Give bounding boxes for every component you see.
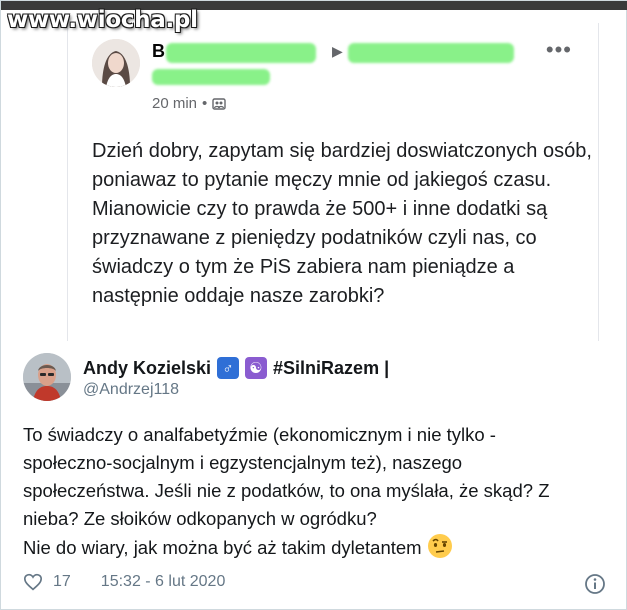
shared-to-arrow-icon: ▶	[332, 43, 343, 59]
tweet-author-name: Andy Kozielski	[83, 357, 212, 378]
meta-separator: •	[202, 95, 208, 112]
screenshot-frame: www.wiocha.pl B ▶ ••• 20 min • Dzień dob…	[0, 0, 627, 610]
heart-icon[interactable]	[23, 573, 43, 591]
fb-author-avatar[interactable]	[92, 39, 140, 87]
tweet-author-name-row[interactable]: Andy Kozielski ♂ ☯ #SilniRazem |	[83, 357, 389, 379]
tweet-line: społeczno-socjalnym i egzystencjalnym te…	[23, 452, 463, 473]
tweet-line: społeczeństwa. Jeśli nie z podatków, to …	[23, 480, 550, 501]
tweet-line: nieba? Ze słoików odkopanych w ogródku?	[23, 508, 377, 529]
fb-post-text: Dzień dobry, zapytam się bardziej doswia…	[92, 140, 592, 307]
raised-eyebrow-emoji	[427, 534, 452, 558]
avatar-photo-icon	[23, 353, 71, 401]
tweet-author-handle[interactable]: @Andrzej118	[83, 381, 179, 399]
author-hashtag: #SilniRazem |	[273, 357, 390, 378]
tweet-line: To świadczy o analfabetyźmie (ekonomiczn…	[23, 424, 496, 445]
tweet-text: To świadczy o analfabetyźmie (ekonomiczn…	[23, 421, 608, 562]
fb-post-time[interactable]: 20 min	[152, 95, 197, 112]
redacted-group-name	[348, 43, 514, 63]
fb-author-and-group: B ▶	[152, 39, 532, 91]
tweet-timestamp[interactable]: 15:32 - 6 lut 2020	[101, 573, 226, 591]
like-count[interactable]: 17	[53, 573, 71, 591]
more-options-icon[interactable]: •••	[546, 37, 572, 63]
site-watermark: www.wiocha.pl	[7, 7, 198, 33]
embedded-facebook-post: B ▶ ••• 20 min • Dzień dobry, zapytam si…	[67, 23, 599, 341]
fb-post-meta: 20 min •	[152, 95, 226, 112]
tweet-line: Nie do wiary, jak można być aż takim dyl…	[23, 537, 422, 558]
redacted-author-name	[166, 43, 316, 63]
male-sign-emoji-icon: ♂	[217, 357, 240, 379]
avatar-photo-icon	[92, 39, 140, 87]
group-privacy-icon	[212, 97, 226, 110]
tweet-footer: 17 15:32 - 6 lut 2020	[23, 573, 225, 591]
info-icon[interactable]	[584, 573, 606, 595]
yin-yang-emoji-icon: ☯	[245, 357, 268, 379]
tweet-last-line: Nie do wiary, jak można być aż takim dyl…	[23, 533, 608, 562]
redacted-subtitle	[152, 69, 270, 85]
tweet-author-avatar[interactable]	[23, 353, 71, 401]
fb-author-name-visible[interactable]: B	[152, 41, 165, 62]
